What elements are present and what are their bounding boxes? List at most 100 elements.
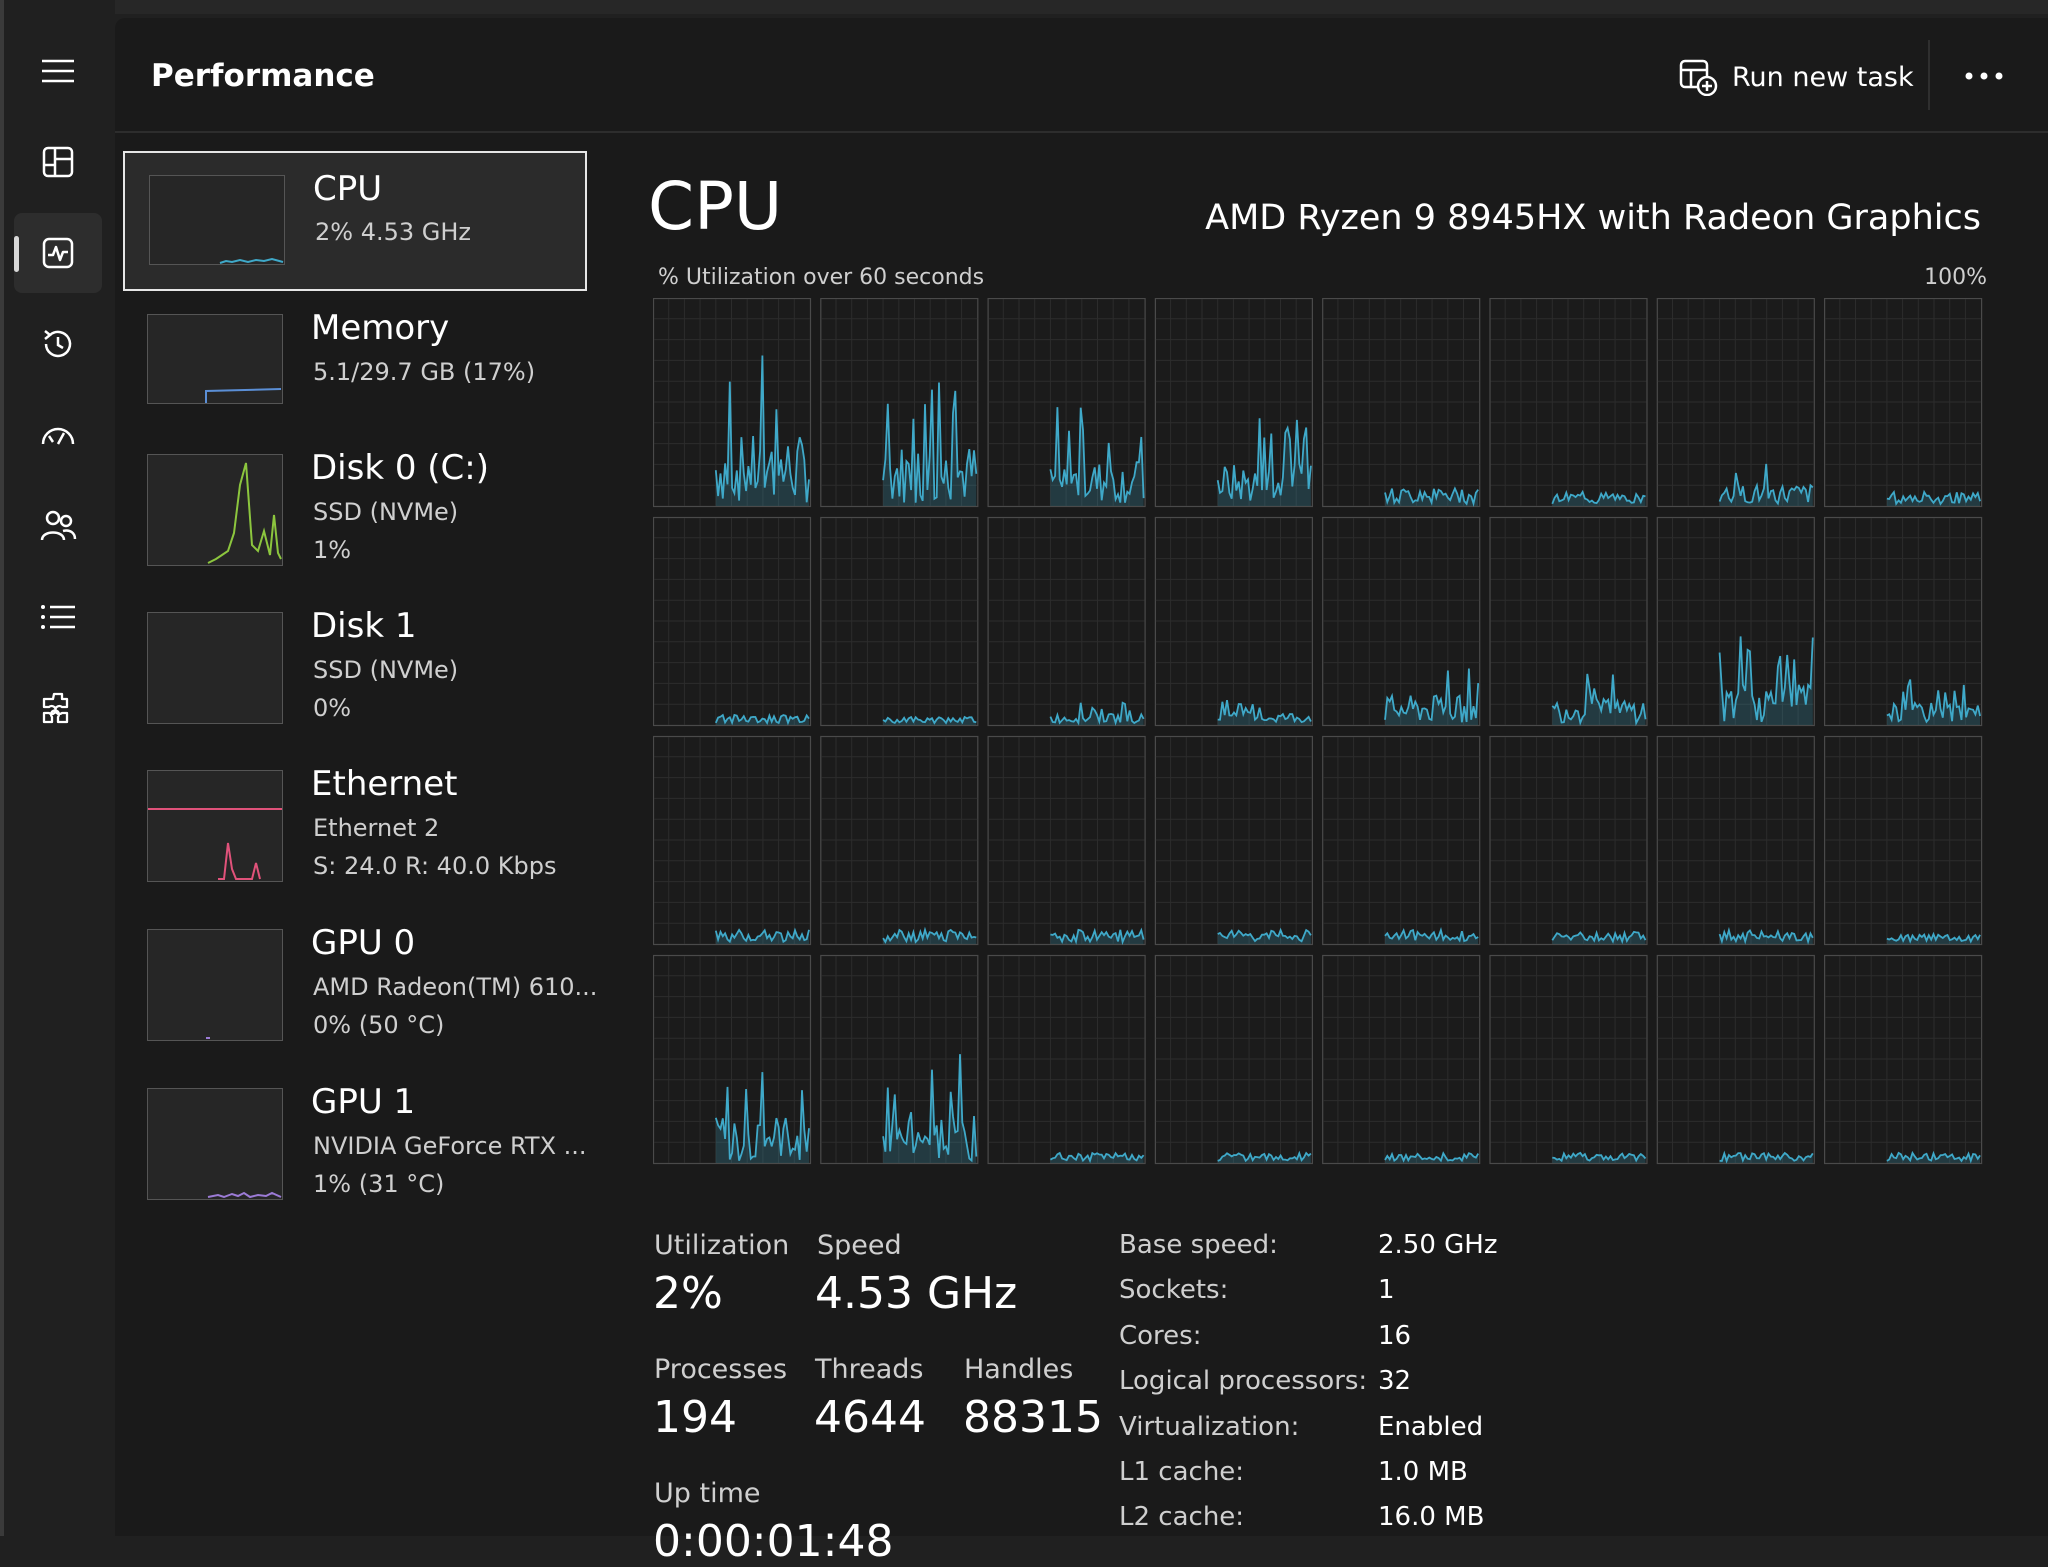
logical-processor-graph <box>1656 516 1815 727</box>
logical-processor-graph <box>1154 298 1313 508</box>
spec-value-l1-cache: 1.0 MB <box>1378 1457 1468 1487</box>
logical-processor-graph <box>653 516 812 727</box>
spec-value-base-speed: 2.50 GHz <box>1378 1230 1498 1260</box>
threads-value: 4644 <box>814 1392 926 1443</box>
sidebar-item-disk-1[interactable]: Disk 1 SSD (NVMe) 0% <box>123 606 583 728</box>
logical-processor-graph <box>1322 516 1481 727</box>
nav-processes-button[interactable] <box>14 122 102 202</box>
window-top-strip <box>0 0 2048 14</box>
max-percent-label: 100% <box>1924 265 1987 290</box>
logical-processor-graph <box>1823 735 1983 946</box>
nav-services-button[interactable] <box>14 668 102 748</box>
sidebar-item-detail: 2% 4.53 GHz <box>315 218 472 246</box>
app-history-icon <box>44 330 72 358</box>
processes-label: Processes <box>654 1354 788 1385</box>
spec-value-l2-cache: 16.0 MB <box>1378 1502 1485 1532</box>
logical-processor-graph <box>1656 735 1815 946</box>
sidebar-item-name: Ethernet <box>311 764 458 804</box>
logical-processor-graph <box>1489 735 1648 946</box>
startup-apps-icon <box>41 427 75 445</box>
sidebar-item-cpu[interactable]: CPU 2% 4.53 GHz <box>123 151 587 291</box>
logical-processor-graph <box>987 954 1146 1165</box>
nav-active-indicator <box>14 236 19 272</box>
spec-value-cores: 16 <box>1378 1321 1412 1351</box>
sidebar-item-name: Disk 0 (C:) <box>311 448 490 488</box>
hamburger-menu-icon <box>42 59 74 83</box>
utilization-label: Utilization <box>654 1230 790 1261</box>
details-icon <box>41 605 75 629</box>
spec-label-l1-cache: L1 cache: <box>1119 1457 1245 1487</box>
logical-processor-graph <box>987 516 1146 727</box>
run-new-task-button[interactable]: Run new task <box>1678 52 1914 102</box>
nav-users-button[interactable] <box>14 486 102 566</box>
sidebar-item-name: Disk 1 <box>311 606 417 646</box>
page-header: Performance Run new task <box>115 18 2048 133</box>
logical-processor-graph <box>1322 954 1481 1165</box>
speed-label: Speed <box>817 1230 902 1261</box>
users-icon <box>40 510 77 541</box>
sidebar-item-name: GPU 0 <box>311 923 416 963</box>
spec-label-cores: Cores: <box>1119 1321 1202 1351</box>
logical-processor-graph <box>1489 954 1648 1165</box>
nav-details-button[interactable] <box>14 577 102 657</box>
spec-label-sockets: Sockets: <box>1119 1275 1229 1305</box>
sidebar-item-detail: 5.1/29.7 GB (17%) <box>313 358 536 386</box>
cpu-heading: CPU <box>648 168 783 245</box>
page-title: Performance <box>151 58 375 94</box>
uptime-value: 0:00:01:48 <box>653 1516 894 1567</box>
logical-processor-graph <box>820 735 979 946</box>
sidebar-item-gpu-0[interactable]: GPU 0 AMD Radeon(TM) 610... 0% (50 °C) <box>123 923 597 1045</box>
logical-processor-graph <box>1154 735 1313 946</box>
logical-processor-graphs <box>653 298 1983 1165</box>
hamburger-menu-button[interactable] <box>14 31 102 111</box>
performance-icon <box>42 237 74 269</box>
speed-value: 4.53 GHz <box>815 1268 1018 1319</box>
sidebar-item-name: GPU 1 <box>311 1082 416 1122</box>
spec-label-virtualization: Virtualization: <box>1119 1412 1300 1442</box>
logical-processor-graph <box>653 735 812 946</box>
utilization-caption: % Utilization over 60 seconds <box>658 265 985 290</box>
run-new-task-icon <box>1679 59 1718 96</box>
sidebar-item-detail: 0% (50 °C) <box>313 1011 445 1039</box>
sidebar-item-gpu-1[interactable]: GPU 1 NVIDIA GeForce RTX ... 1% (31 °C) <box>123 1082 587 1204</box>
sidebar-item-detail: NVIDIA GeForce RTX ... <box>313 1132 587 1160</box>
header-divider <box>1928 40 1930 110</box>
sidebar-item-detail: 0% <box>313 694 352 722</box>
spec-label-logical-processors: Logical processors: <box>1119 1366 1368 1396</box>
memory-thumbnail-graph <box>147 314 283 404</box>
more-options-button[interactable] <box>1960 56 2008 96</box>
logical-processor-graph <box>1823 516 1983 727</box>
logical-processor-graph <box>1322 298 1481 508</box>
run-new-task-label: Run new task <box>1732 61 1914 93</box>
sidebar-item-detail: 1% <box>313 536 352 564</box>
disk-0-thumbnail-graph <box>147 454 283 566</box>
more-options-icon <box>1965 72 2003 80</box>
window-left-edge <box>0 0 4 1536</box>
ethernet-thumbnail-graph <box>147 770 283 882</box>
sidebar-item-ethernet[interactable]: Ethernet Ethernet 2 S: 24.0 R: 40.0 Kbps <box>123 764 583 886</box>
nav-performance-button[interactable] <box>14 213 102 293</box>
sidebar-item-name: CPU <box>313 169 383 209</box>
spec-label-base-speed: Base speed: <box>1119 1230 1278 1260</box>
logical-processor-graph <box>1154 954 1313 1165</box>
logical-processor-graph <box>987 298 1146 508</box>
sidebar-item-memory[interactable]: Memory 5.1/29.7 GB (17%) <box>123 308 583 424</box>
sidebar-item-detail: AMD Radeon(TM) 610... <box>313 973 598 1001</box>
nav-startup-apps-button[interactable] <box>14 395 102 475</box>
nav-app-history-button[interactable] <box>14 304 102 384</box>
spec-value-logical-processors: 32 <box>1378 1366 1412 1396</box>
sidebar-item-detail: 1% (31 °C) <box>313 1170 445 1198</box>
logical-processor-graph <box>653 298 812 508</box>
logical-processor-graph <box>1823 954 1983 1165</box>
logical-processor-graph <box>820 954 979 1165</box>
sidebar-item-disk-0[interactable]: Disk 0 (C:) SSD (NVMe) 1% <box>123 448 583 570</box>
threads-label: Threads <box>815 1354 924 1385</box>
sidebar-item-detail: SSD (NVMe) <box>313 656 459 684</box>
logical-processor-graph <box>1823 298 1983 508</box>
utilization-value: 2% <box>653 1268 723 1319</box>
logical-processor-graph <box>820 298 979 508</box>
logical-processor-graph <box>1656 298 1815 508</box>
handles-label: Handles <box>964 1354 1074 1385</box>
sidebar-item-detail: Ethernet 2 <box>313 814 440 842</box>
uptime-label: Up time <box>654 1478 761 1509</box>
